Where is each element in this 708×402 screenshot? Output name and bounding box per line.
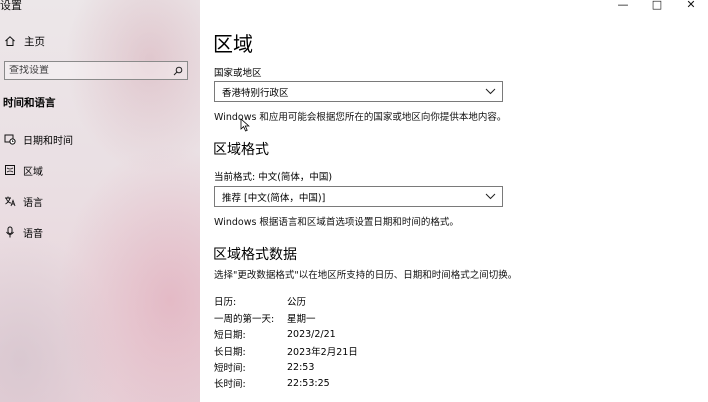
microphone-icon xyxy=(4,226,16,238)
chevron-down-icon xyxy=(485,193,496,200)
format-dropdown[interactable]: 推荐 [中文(简体，中国)] xyxy=(214,186,503,207)
format-heading: 区域格式 xyxy=(213,142,269,158)
row-value: 星期一 xyxy=(287,314,316,325)
sidebar-item-home[interactable]: 主页 xyxy=(4,33,45,49)
format-data-row: 一周的第一天: 星期一 xyxy=(214,311,316,325)
calendar-clock-icon xyxy=(4,133,16,145)
mouse-cursor-icon xyxy=(240,118,250,132)
language-icon xyxy=(4,195,16,207)
sidebar-item-language[interactable]: 语言 xyxy=(4,193,43,209)
sidebar-item-label: 主页 xyxy=(24,35,45,48)
row-key: 短日期: xyxy=(214,330,246,341)
row-key: 长日期: xyxy=(214,347,246,358)
search-input[interactable] xyxy=(9,65,173,76)
sidebar-item-speech[interactable]: 语音 xyxy=(4,224,43,240)
sidebar-section-title: 时间和语言 xyxy=(3,97,56,109)
row-value: 公历 xyxy=(287,297,307,308)
sidebar-item-label: 日期和时间 xyxy=(23,135,73,147)
close-button[interactable]: ✕ xyxy=(674,0,708,12)
sidebar-item-region[interactable]: 区域 xyxy=(4,162,43,178)
row-key: 短时间: xyxy=(214,363,246,374)
format-data-row: 长时间: 22:53:25 xyxy=(214,376,330,391)
country-dropdown[interactable]: 香港特别行政区 xyxy=(214,81,503,102)
sidebar: 设置 主页 时间和语言 日期和时间 区域 语言 语音 xyxy=(0,0,200,402)
format-data-row: 短日期: 2023/2/21 xyxy=(214,327,336,342)
chevron-down-icon xyxy=(485,88,496,95)
format-data-row: 短时间: 22:53 xyxy=(214,360,315,375)
main-content: — □ ✕ 区域 国家或地区 香港特别行政区 Windows 和应用可能会根据您… xyxy=(200,0,708,402)
globe-icon xyxy=(4,164,16,176)
window-title: 设置 xyxy=(0,0,22,12)
country-value: 香港特别行政区 xyxy=(222,87,289,99)
row-key: 一周的第一天: xyxy=(214,314,275,325)
sidebar-item-label: 语言 xyxy=(23,197,43,209)
row-value: 22:53 xyxy=(287,361,315,373)
format-data-description: 选择"更改数据格式"以在地区所支持的日历、日期和时间格式之间切换。 xyxy=(214,270,518,281)
sidebar-item-label: 语音 xyxy=(23,228,43,240)
search-icon[interactable] xyxy=(173,66,183,76)
row-value: 22:53:25 xyxy=(287,377,330,389)
search-box[interactable] xyxy=(4,61,188,80)
window-controls: — □ ✕ xyxy=(606,0,708,12)
home-icon xyxy=(4,35,16,47)
format-value: 推荐 [中文(简体，中国)] xyxy=(222,192,326,204)
format-data-row: 日历: 公历 xyxy=(214,294,306,308)
row-key: 日历: xyxy=(214,297,237,308)
current-format-label: 当前格式: 中文(简体，中国) xyxy=(214,172,333,183)
page-title: 区域 xyxy=(213,32,253,56)
row-value: 2023年2月21日 xyxy=(287,347,358,358)
format-description: Windows 根据语言和区域首选项设置日期和时间的格式。 xyxy=(214,217,459,228)
sidebar-item-label: 区域 xyxy=(23,166,43,178)
sidebar-item-date-time[interactable]: 日期和时间 xyxy=(4,131,73,147)
country-description: Windows 和应用可能会根据您所在的国家或地区向你提供本地内容。 xyxy=(214,112,507,123)
maximize-button[interactable]: □ xyxy=(640,0,674,12)
format-data-heading: 区域格式数据 xyxy=(213,247,297,263)
minimize-button[interactable]: — xyxy=(606,0,640,12)
country-label: 国家或地区 xyxy=(214,68,262,79)
format-data-row: 长日期: 2023年2月21日 xyxy=(214,344,358,358)
row-value: 2023/2/21 xyxy=(287,328,336,340)
row-key: 长时间: xyxy=(214,379,246,390)
